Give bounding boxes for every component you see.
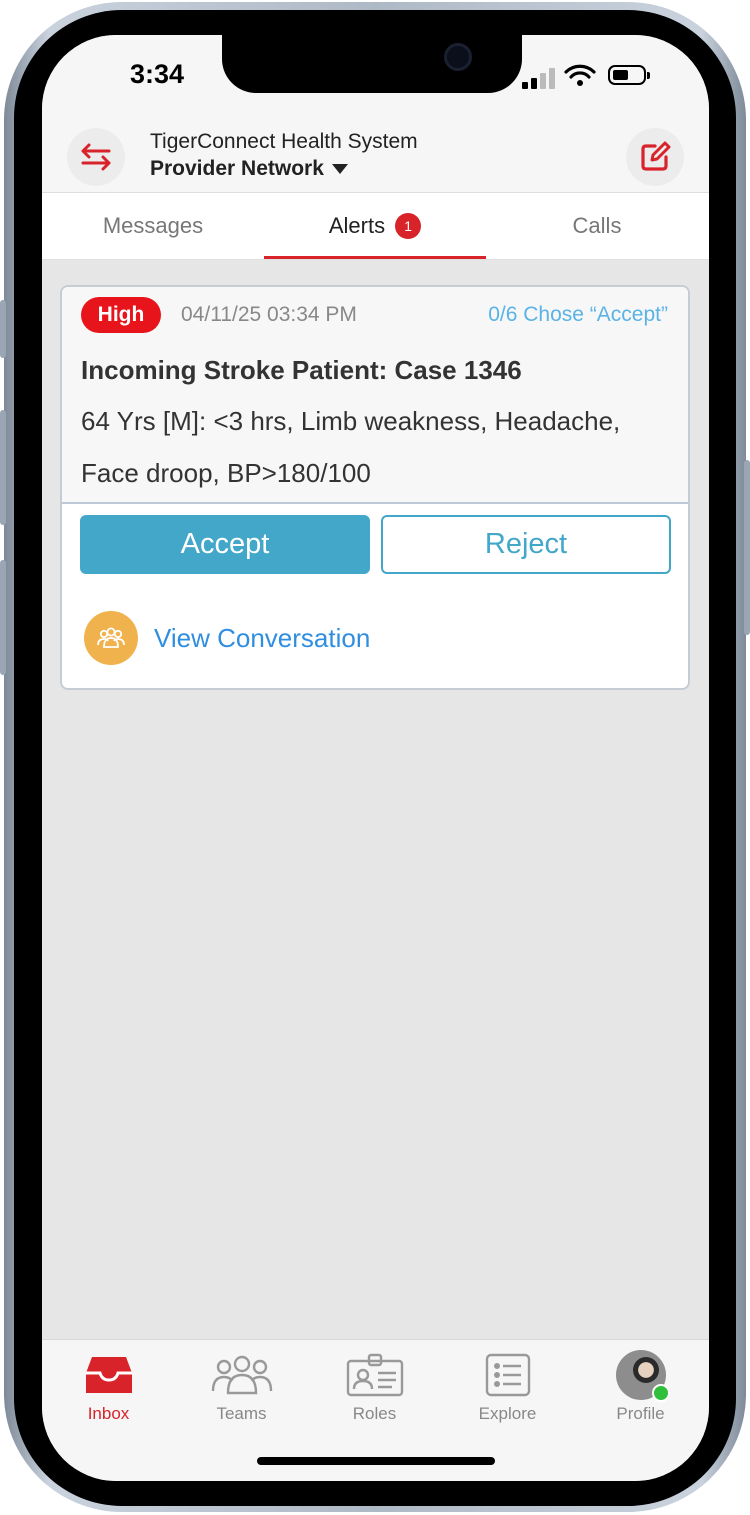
active-tab-indicator xyxy=(264,256,486,259)
explore-icon xyxy=(485,1353,530,1397)
alert-details: High 04/11/25 03:34 PM 0/6 Chose “Accept… xyxy=(62,287,688,504)
inbox-tabs: Messages Alerts 1 Calls xyxy=(42,193,709,260)
alert-title: Incoming Stroke Patient: Case 1346 xyxy=(81,355,522,385)
compose-button[interactable] xyxy=(626,128,684,186)
view-conversation-label: View Conversation xyxy=(154,622,371,653)
wifi-icon xyxy=(564,64,596,86)
tab-messages-label: Messages xyxy=(102,213,204,238)
alert-card[interactable]: High 04/11/25 03:34 PM 0/6 Chose “Accept… xyxy=(60,285,690,690)
avatar xyxy=(615,1350,670,1402)
network-selector[interactable]: Provider Network xyxy=(150,157,348,181)
tab-alerts-label: Alerts xyxy=(328,213,386,238)
cellular-signal-icon xyxy=(522,67,556,89)
alert-body: 64 Yrs [M]: <3 hrs, Limb weakness, Heada… xyxy=(81,406,621,488)
tab-messages[interactable]: Messages xyxy=(42,193,264,259)
online-status-dot xyxy=(651,1384,670,1402)
network-name: Provider Network xyxy=(150,157,324,180)
nav-roles[interactable]: Roles xyxy=(308,1340,441,1440)
home-indicator[interactable] xyxy=(257,1457,495,1465)
volume-down-button xyxy=(0,560,6,675)
organization-name: TigerConnect Health System xyxy=(150,130,418,153)
switch-network-button[interactable] xyxy=(67,128,125,186)
group-conversation-icon xyxy=(84,611,138,665)
teams-icon xyxy=(211,1355,272,1395)
alert-timestamp: 04/11/25 03:34 PM xyxy=(181,303,357,326)
response-status: 0/6 Chose “Accept” xyxy=(488,303,668,326)
app-screen: 3:34 TigerConnect Health System Provider… xyxy=(42,35,709,1481)
nav-profile[interactable]: Profile xyxy=(574,1340,707,1440)
inbox-icon xyxy=(85,1357,132,1393)
nav-inbox-label: Inbox xyxy=(87,1404,130,1423)
alerts-count-badge: 1 xyxy=(395,213,422,239)
tab-calls[interactable]: Calls xyxy=(486,193,708,259)
nav-explore[interactable]: Explore xyxy=(441,1340,574,1440)
nav-profile-label: Profile xyxy=(616,1404,665,1423)
view-conversation-link[interactable]: View Conversation xyxy=(84,611,370,665)
tab-calls-label: Calls xyxy=(572,213,622,238)
nav-inbox[interactable]: Inbox xyxy=(42,1340,175,1440)
nav-teams-label: Teams xyxy=(216,1404,267,1423)
status-time: 3:34 xyxy=(130,59,185,89)
notch xyxy=(222,35,522,93)
power-button xyxy=(744,460,750,635)
app-header: TigerConnect Health System Provider Netw… xyxy=(42,120,709,193)
priority-badge: High xyxy=(81,297,161,333)
swap-arrows-icon xyxy=(81,143,111,171)
front-camera xyxy=(444,43,472,71)
nav-roles-label: Roles xyxy=(352,1404,397,1423)
action-button xyxy=(0,300,6,358)
tab-alerts[interactable]: Alerts 1 xyxy=(264,193,486,259)
roles-icon xyxy=(346,1353,403,1397)
volume-up-button xyxy=(0,410,6,525)
reject-button[interactable]: Reject xyxy=(381,515,671,574)
accept-button[interactable]: Accept xyxy=(80,515,370,574)
dropdown-caret-icon xyxy=(331,164,348,174)
compose-icon xyxy=(641,141,671,171)
nav-teams[interactable]: Teams xyxy=(175,1340,308,1440)
nav-explore-label: Explore xyxy=(478,1404,537,1423)
battery-icon xyxy=(608,65,650,85)
